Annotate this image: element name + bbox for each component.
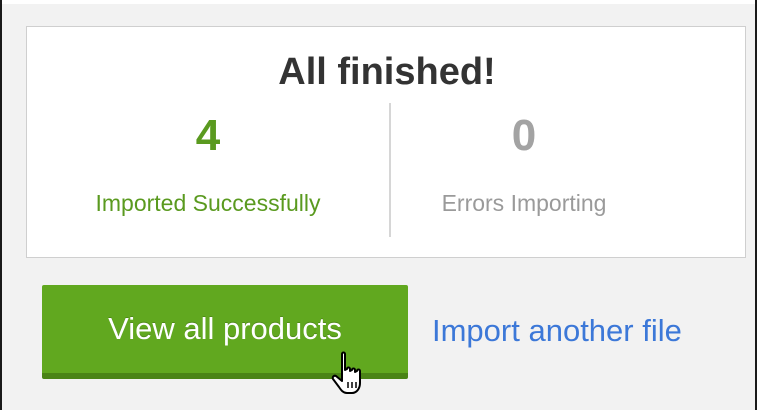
stat-errors-importing: 0 Errors Importing: [391, 109, 657, 217]
panel-title: All finished!: [278, 51, 496, 93]
imported-label: Imported Successfully: [95, 190, 321, 216]
errors-count: 0: [511, 111, 537, 160]
import-complete-view: All finished! 4 Imported Successfully 0 …: [0, 0, 757, 410]
top-strip: [0, 0, 757, 4]
left-border: [0, 0, 2, 410]
imported-count: 4: [195, 111, 221, 160]
import-summary-panel: All finished! 4 Imported Successfully 0 …: [26, 26, 746, 258]
view-all-products-label: View all products: [108, 311, 342, 346]
pointer-hand-icon: [331, 351, 361, 394]
stat-imported-successfully: 4 Imported Successfully: [27, 109, 389, 217]
errors-label: Errors Importing: [441, 190, 607, 216]
import-another-file-link[interactable]: Import another file: [432, 312, 682, 350]
